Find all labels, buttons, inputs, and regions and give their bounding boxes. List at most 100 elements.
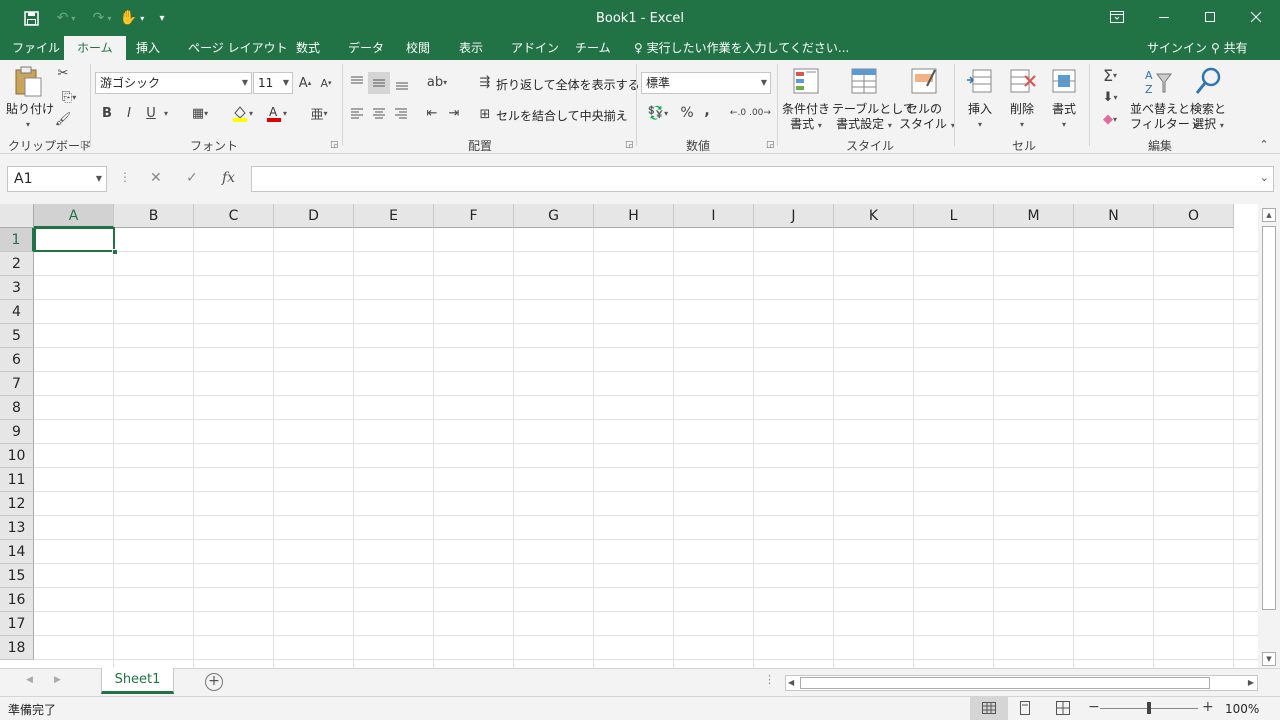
page-break-view-icon[interactable] — [1056, 701, 1074, 717]
share-button[interactable]: ⚲ 共有 — [1207, 38, 1252, 58]
italic-button[interactable]: I — [120, 104, 138, 122]
delete-cells-button[interactable]: 削除 ▾ — [1002, 66, 1042, 132]
row-header[interactable]: 16 — [0, 588, 34, 612]
row-header[interactable]: 3 — [0, 276, 34, 300]
percent-button[interactable]: % — [678, 104, 696, 122]
row-header[interactable]: 5 — [0, 324, 34, 348]
tab-page-layout[interactable]: ページ レイアウト — [188, 36, 288, 60]
decrease-font-icon[interactable]: A ▾ — [318, 74, 334, 92]
cancel-icon[interactable]: ✕ — [150, 170, 162, 186]
ribbon-display-icon[interactable] — [1094, 0, 1140, 34]
tab-review[interactable]: 校閲 — [406, 36, 430, 60]
row-header[interactable]: 6 — [0, 348, 34, 372]
sort-filter-button[interactable]: AZ 並べ替えと フィルター ▾ — [1130, 66, 1198, 133]
tab-formulas[interactable]: 数式 — [296, 36, 320, 60]
horizontal-scroll-thumb[interactable] — [800, 677, 1210, 689]
tab-insert[interactable]: 挿入 — [136, 36, 160, 60]
column-header[interactable]: O — [1154, 204, 1234, 228]
merge-center-button[interactable]: セルを結合して中央揃え — [496, 107, 628, 124]
column-header[interactable]: I — [674, 204, 754, 228]
normal-view-button[interactable] — [970, 697, 1008, 720]
zoom-out-icon[interactable]: − — [1088, 699, 1100, 715]
row-header[interactable]: 15 — [0, 564, 34, 588]
tab-home[interactable]: ホーム — [64, 36, 126, 60]
active-cell[interactable] — [34, 227, 115, 252]
merge-dropdown-icon[interactable]: ▾ — [620, 107, 624, 121]
next-sheet-icon[interactable]: ▶ — [54, 675, 61, 685]
name-box[interactable]: A1 ▼ — [7, 166, 107, 192]
column-header[interactable]: H — [594, 204, 674, 228]
tab-data[interactable]: データ — [348, 36, 384, 60]
font-size-combo[interactable]: 11 ▼ — [253, 72, 293, 94]
fill-icon[interactable]: ⬇ ▾ — [1094, 88, 1126, 106]
clipboard-launcher-icon[interactable]: ◲ — [80, 140, 89, 150]
row-header[interactable]: 2 — [0, 252, 34, 276]
tab-addins[interactable]: アドイン — [511, 36, 559, 60]
name-box-dropdown-icon[interactable]: ▼ — [96, 167, 102, 191]
copy-icon[interactable]: ⎘ ▾ — [54, 88, 84, 106]
autosum-icon[interactable]: Σ ▾ — [1094, 66, 1126, 85]
phonetic-icon[interactable]: 亜 ▾ — [304, 104, 334, 123]
wrap-text-icon[interactable]: ⇶ — [476, 72, 494, 92]
scroll-right-icon[interactable]: ▶ — [1248, 676, 1254, 690]
font-name-combo[interactable]: 游ゴシック ▼ — [95, 72, 252, 94]
row-header[interactable]: 11 — [0, 468, 34, 492]
wrap-text-button[interactable]: 折り返して全体を表示する — [496, 76, 640, 93]
increase-decimal-icon[interactable]: ←.0 — [728, 104, 748, 122]
find-select-button[interactable]: 検索と 選択 ▾ — [1188, 66, 1228, 133]
customize-qat-icon[interactable]: ▾ — [154, 0, 170, 36]
row-header[interactable]: 17 — [0, 612, 34, 636]
select-all-corner[interactable] — [0, 204, 34, 228]
row-header[interactable]: 12 — [0, 492, 34, 516]
comma-button[interactable]: , — [700, 102, 714, 120]
format-as-table-button[interactable]: テーブルとして 書式設定 ▾ — [832, 66, 915, 133]
column-header[interactable]: C — [194, 204, 274, 228]
paste-button[interactable]: 貼り付け ▾ — [6, 66, 54, 132]
scroll-left-icon[interactable]: ◀ — [788, 676, 794, 690]
row-header[interactable]: 8 — [0, 396, 34, 420]
align-center-icon[interactable] — [369, 104, 389, 122]
column-header[interactable]: D — [274, 204, 354, 228]
cut-icon[interactable]: ✂ — [54, 64, 72, 82]
tab-view[interactable]: 表示 — [459, 36, 483, 60]
row-header[interactable]: 14 — [0, 540, 34, 564]
page-layout-view-icon[interactable] — [1018, 701, 1036, 717]
conditional-format-button[interactable]: 条件付き 書式 ▾ — [781, 66, 831, 133]
alignment-launcher-icon[interactable]: ◲ — [625, 140, 634, 150]
fill-handle[interactable] — [112, 249, 118, 255]
merge-center-icon[interactable]: ⊞ — [476, 104, 494, 124]
row-header[interactable]: 10 — [0, 444, 34, 468]
row-header[interactable]: 18 — [0, 636, 34, 660]
decrease-indent-icon[interactable]: ⇤ — [422, 104, 442, 122]
underline-button[interactable]: U — [142, 104, 160, 122]
tab-splitter-icon[interactable]: ⋮ — [764, 673, 775, 686]
zoom-slider-thumb[interactable] — [1147, 702, 1151, 714]
align-middle-icon[interactable] — [368, 72, 390, 94]
row-header[interactable]: 1 — [0, 228, 34, 252]
column-header[interactable]: K — [834, 204, 914, 228]
formula-input[interactable]: ⌄ — [251, 166, 1274, 192]
cell-area[interactable] — [34, 228, 1258, 668]
row-header[interactable]: 13 — [0, 516, 34, 540]
column-header[interactable]: J — [754, 204, 834, 228]
bold-button[interactable]: B — [98, 104, 116, 122]
new-sheet-icon[interactable]: + — [205, 673, 223, 691]
column-header[interactable]: G — [514, 204, 594, 228]
prev-sheet-icon[interactable]: ◀ — [26, 675, 33, 685]
number-format-combo[interactable]: 標準 ▼ — [641, 72, 771, 94]
number-launcher-icon[interactable]: ◲ — [766, 140, 775, 150]
column-header[interactable]: N — [1074, 204, 1154, 228]
horizontal-scrollbar[interactable]: ◀ ▶ — [785, 675, 1258, 691]
orientation-icon[interactable]: ab ▾ — [422, 72, 452, 92]
column-header[interactable]: E — [354, 204, 434, 228]
column-header[interactable]: A — [34, 204, 114, 228]
align-right-icon[interactable] — [391, 104, 411, 122]
expand-formula-icon[interactable]: ⌄ — [1260, 171, 1269, 184]
format-painter-icon[interactable]: 🖌 — [54, 110, 72, 128]
scroll-up-icon[interactable]: ▲ — [1262, 208, 1276, 222]
column-header[interactable]: B — [114, 204, 194, 228]
tab-team[interactable]: チーム — [575, 36, 611, 60]
font-color-icon[interactable]: A ▾ — [260, 102, 292, 124]
enter-icon[interactable]: ✓ — [186, 170, 198, 186]
scroll-down-icon[interactable]: ▼ — [1262, 652, 1276, 666]
